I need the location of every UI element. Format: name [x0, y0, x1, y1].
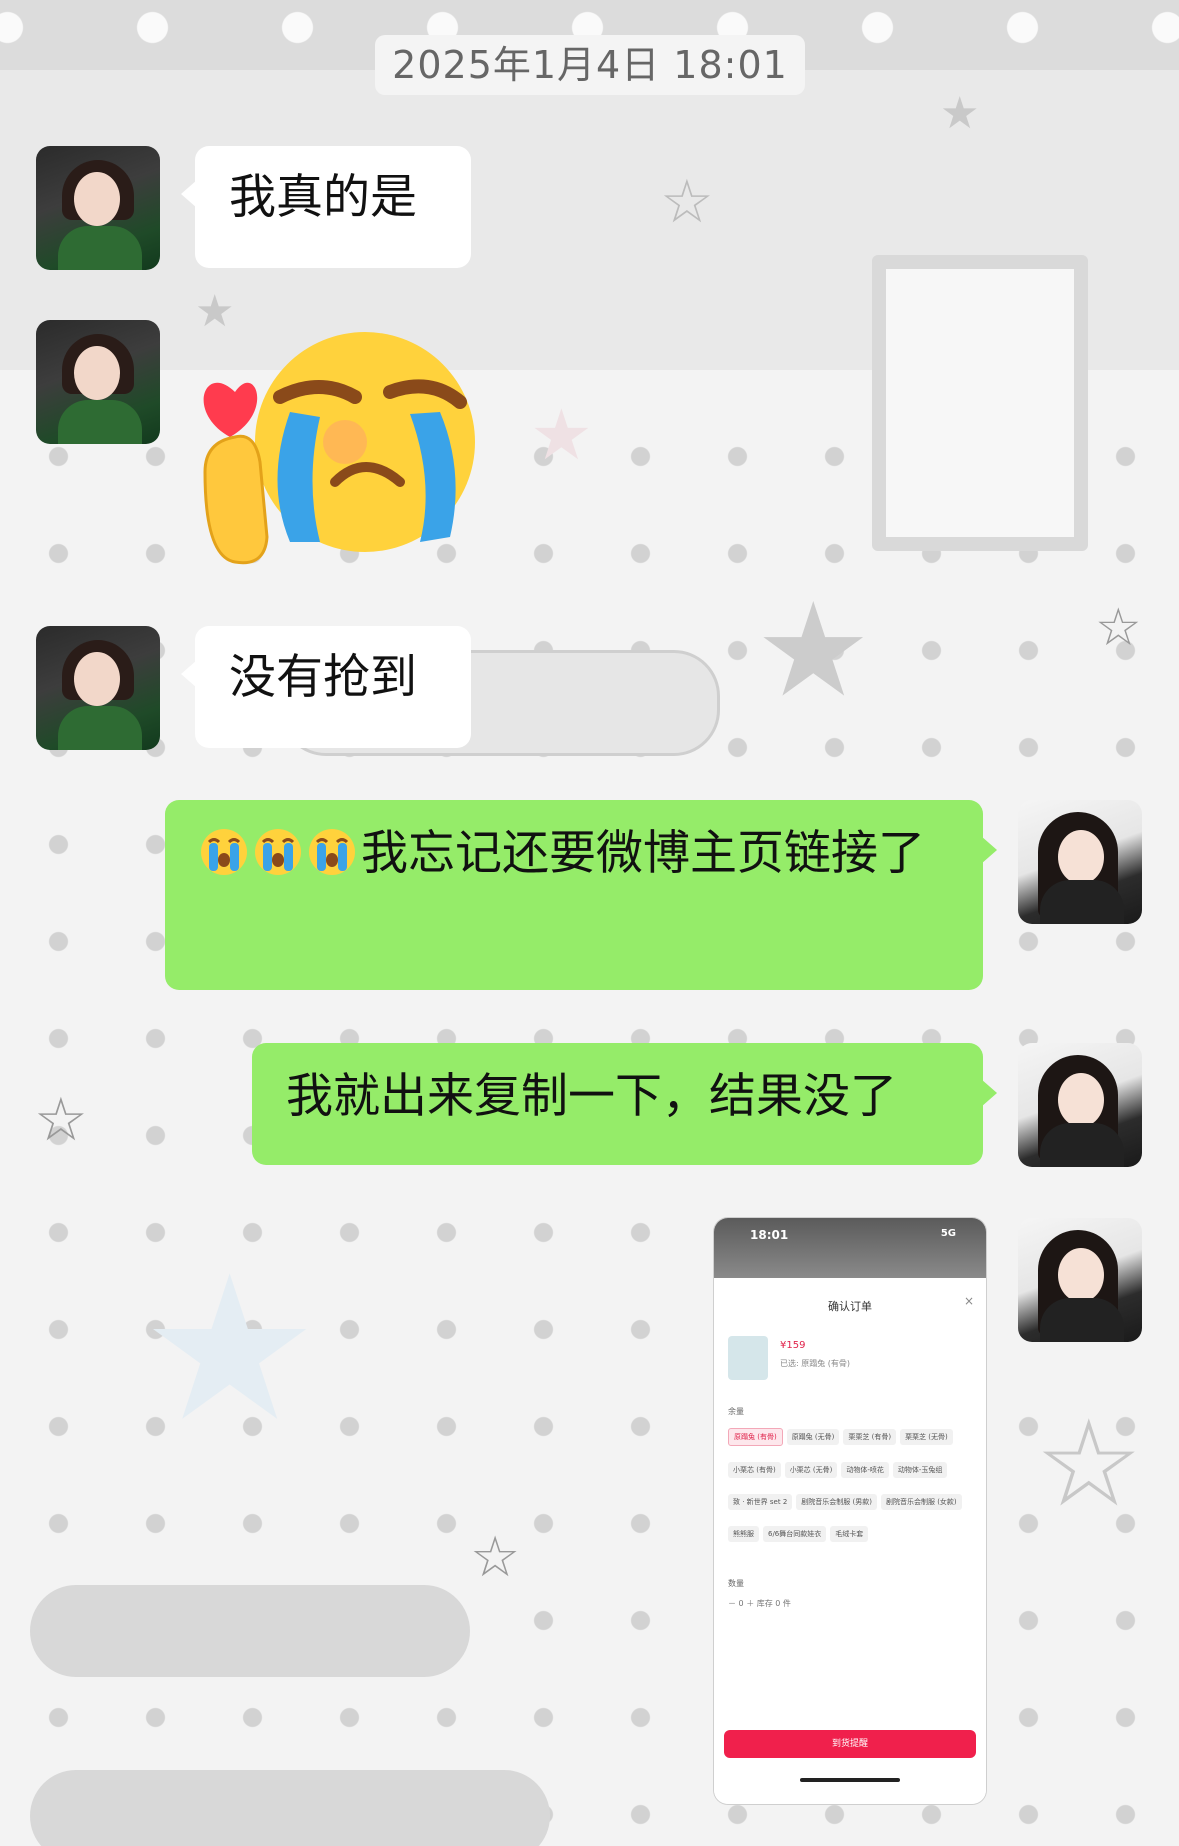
contact-avatar[interactable] — [36, 146, 160, 270]
quantity-value: 0 — [738, 1599, 744, 1608]
user-avatar[interactable] — [1018, 1043, 1142, 1167]
option-chip: 6/6舞台同款娃衣 — [763, 1526, 827, 1542]
quantity-label: 数量 — [728, 1579, 744, 1588]
message-text: 我忘记还要微博主页链接了 — [361, 826, 925, 881]
option-chip: 小栗芯 (无骨) — [784, 1462, 838, 1478]
plus-icon: ＋ — [746, 1599, 755, 1608]
message-text: 我就出来复制一下，结果没了 — [286, 1069, 897, 1124]
option-chip: 致 · 新世界 set 2 — [728, 1494, 793, 1510]
screenshot-time: 18:01 — [750, 1228, 789, 1242]
stock-hint: 库存 0 件 — [756, 1599, 791, 1608]
option-chip: 小栗芯 (有骨) — [728, 1462, 781, 1478]
loudly-crying-face-icon — [307, 827, 357, 877]
message-text: 没有抢到 — [229, 650, 417, 705]
screenshot-sheet: 确认订单 × ¥159 已选: 原蹋兔 (有骨) 余量 原蹋兔 (有骨) 原蹋兔 … — [714, 1278, 986, 1804]
star-icon: ☆ — [1095, 598, 1142, 658]
star-icon: ☆ — [1035, 1395, 1143, 1534]
contact-avatar[interactable] — [36, 626, 160, 750]
contact-avatar[interactable] — [36, 320, 160, 444]
message-bubble-outgoing[interactable]: 我就出来复制一下，结果没了 — [252, 1043, 997, 1165]
option-chip: 毛绒卡套 — [830, 1526, 869, 1542]
option-chip: 栗栗芝 (无骨) — [900, 1429, 953, 1445]
option-chip: 剧院音乐会制服 (男款) — [796, 1494, 877, 1510]
user-avatar[interactable] — [1018, 1218, 1142, 1342]
star-icon: ★ — [940, 88, 980, 139]
background-photo-frame — [872, 255, 1088, 551]
product-price: ¥159 — [780, 1340, 806, 1351]
product-thumbnail — [728, 1336, 768, 1380]
home-indicator — [800, 1778, 900, 1782]
close-icon: × — [963, 1294, 974, 1308]
message-bubble-incoming[interactable]: 我真的是 — [181, 146, 471, 268]
loudly-crying-face-icon — [253, 827, 303, 877]
option-chip: 剧院音乐会制服 (女款) — [880, 1494, 962, 1510]
option-chip: 动物体-喷花 — [841, 1462, 889, 1478]
star-icon: ☆ — [470, 1525, 521, 1590]
option-chip: 原蹋兔 (有骨) — [728, 1428, 783, 1446]
crying-face-with-heart-hand-sticker[interactable] — [195, 322, 495, 572]
message-bubble-outgoing[interactable]: 我忘记还要微博主页链接了 — [165, 800, 997, 990]
minus-icon: － — [728, 1599, 736, 1608]
message-text: 我真的是 — [229, 170, 417, 225]
option-chip: 栗栗芝 (有骨) — [843, 1429, 897, 1445]
star-icon: ★ — [530, 394, 593, 476]
star-icon: ★ — [755, 574, 872, 726]
screenshot-network: 5G — [940, 1228, 956, 1239]
user-avatar[interactable] — [1018, 800, 1142, 924]
loudly-crying-face-icon — [199, 827, 249, 877]
option-chip: 熊熊服 — [728, 1526, 759, 1542]
star-icon: ☆ — [660, 167, 714, 237]
background-pill — [30, 1585, 470, 1677]
message-timestamp: 2025年1月4日 18:01 — [375, 35, 805, 95]
option-chip: 动物体-玉兔组 — [892, 1462, 948, 1478]
screenshot-status-bar: 18:01 5G — [714, 1218, 986, 1278]
star-icon: ★ — [140, 1233, 320, 1466]
restock-reminder-button: 到货提醒 — [724, 1730, 976, 1758]
star-icon: ☆ — [34, 1085, 88, 1155]
background-pill — [30, 1770, 550, 1846]
order-confirmation-screenshot[interactable]: 18:01 5G 确认订单 × ¥159 已选: 原蹋兔 (有骨) 余量 原蹋兔… — [714, 1218, 986, 1804]
options-label: 余量 — [728, 1407, 744, 1416]
option-chip: 原蹋兔 (无骨) — [786, 1429, 840, 1445]
screenshot-title: 确认订单 — [828, 1300, 872, 1313]
option-list: 原蹋兔 (有骨) 原蹋兔 (无骨) 栗栗芝 (有骨) 栗栗芝 (无骨) 小栗芯 (有骨)… — [728, 1424, 976, 1553]
quantity-stepper: － 0 ＋ 库存 0 件 — [728, 1598, 791, 1609]
selected-option: 已选: 原蹋兔 (有骨) — [780, 1359, 851, 1368]
message-bubble-incoming[interactable]: 没有抢到 — [181, 626, 471, 748]
